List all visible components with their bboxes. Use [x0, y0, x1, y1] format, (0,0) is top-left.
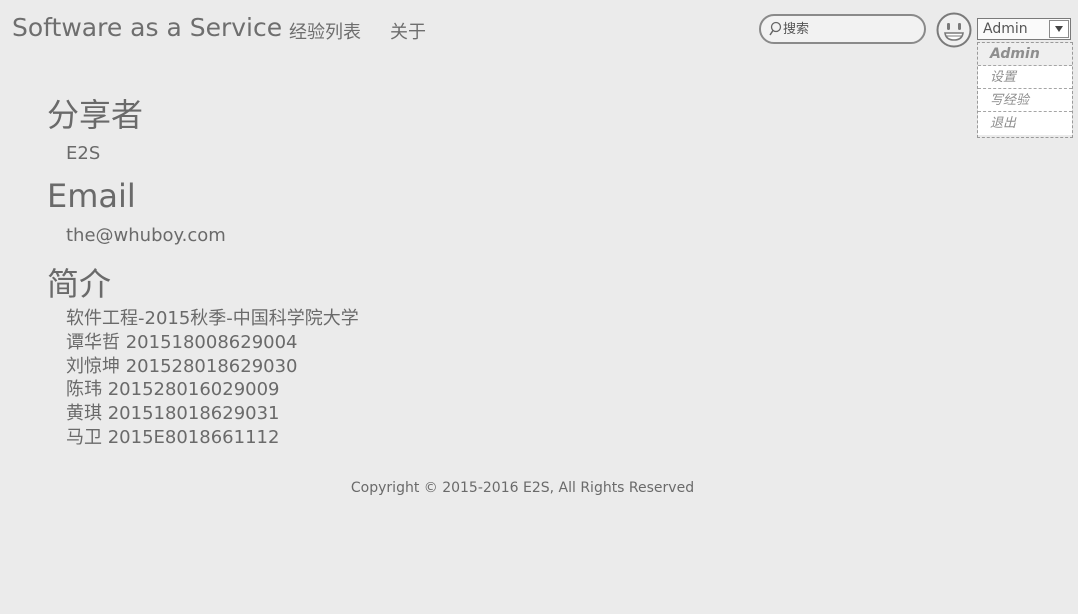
- menu-item-write-experience[interactable]: 写经验: [978, 89, 1072, 112]
- email-heading: Email: [47, 177, 136, 215]
- sharer-heading: 分享者: [47, 96, 144, 134]
- intro-text: 软件工程-2015秋季-中国科学院大学 谭华哲 201518008629004 …: [66, 307, 359, 450]
- chevron-down-icon[interactable]: [1049, 20, 1069, 38]
- search-icon: [769, 21, 782, 37]
- menu-item-admin[interactable]: Admin: [978, 43, 1072, 66]
- intro-line: 谭华哲 201518008629004: [66, 331, 298, 353]
- smiley-face-icon[interactable]: [936, 12, 972, 48]
- intro-line: 刘惊坤 201528018629030: [66, 355, 298, 377]
- menu-item-settings[interactable]: 设置: [978, 66, 1072, 89]
- intro-line: 黄琪 201518018629031: [66, 403, 280, 425]
- user-select-value: Admin: [983, 21, 1028, 37]
- brand-title[interactable]: Software as a Service: [12, 13, 282, 42]
- intro-line: 软件工程-2015秋季-中国科学院大学: [66, 308, 359, 329]
- email-value: the@whuboy.com: [66, 225, 226, 246]
- intro-heading: 简介: [47, 265, 112, 303]
- intro-line: 马卫 2015E8018661112: [66, 426, 280, 448]
- search-box[interactable]: [759, 14, 926, 44]
- user-dropdown-menu: Admin 设置 写经验 退出: [977, 42, 1073, 138]
- user-select[interactable]: Admin: [977, 18, 1071, 40]
- nav-experience-list[interactable]: 经验列表: [289, 18, 361, 44]
- search-input[interactable]: [783, 19, 913, 39]
- sharer-value: E2S: [66, 143, 101, 164]
- footer-copyright: Copyright © 2015-2016 E2S, All Rights Re…: [350, 480, 695, 496]
- menu-item-logout[interactable]: 退出: [978, 112, 1072, 135]
- nav-about[interactable]: 关于: [390, 18, 426, 44]
- intro-line: 陈玮 201528016029009: [66, 379, 280, 401]
